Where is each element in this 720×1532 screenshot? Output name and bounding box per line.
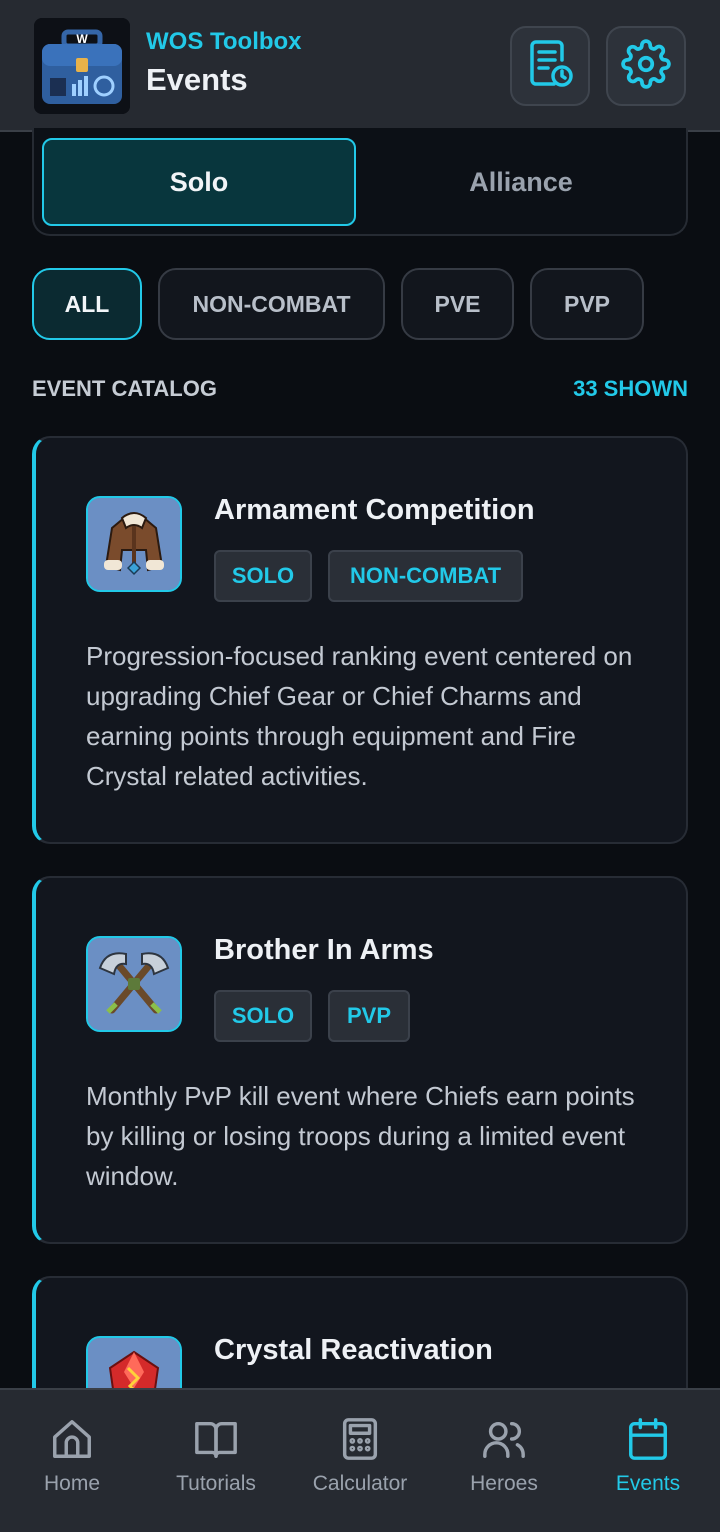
event-description: Progression-focused ranking event center… bbox=[86, 641, 633, 791]
tag-solo: SOLO bbox=[214, 990, 312, 1042]
filter-chip-pve[interactable]: PVE bbox=[401, 268, 514, 340]
catalog-count: 33 SHOWN bbox=[573, 376, 688, 401]
nav-label: Home bbox=[43, 1472, 101, 1495]
tag-pvp: PVP bbox=[328, 990, 410, 1042]
event-title: Armament Competition bbox=[214, 494, 535, 526]
fur-coat-icon bbox=[86, 496, 182, 592]
filter-chip-all[interactable]: ALL bbox=[32, 268, 142, 340]
home-icon bbox=[53, 1420, 91, 1458]
settings-button[interactable] bbox=[606, 26, 686, 106]
calculator-icon bbox=[342, 1418, 378, 1460]
filter-chip-non-combat[interactable]: NON-COMBAT bbox=[158, 268, 385, 340]
nav-label: Events bbox=[615, 1472, 681, 1495]
users-icon bbox=[483, 1421, 525, 1458]
nav-item-calculator[interactable]: Calculator bbox=[288, 1390, 432, 1532]
toolbox-logo-icon: W bbox=[34, 18, 130, 114]
page-title: Events bbox=[146, 62, 248, 97]
nav-item-events[interactable]: Events bbox=[576, 1390, 720, 1532]
event-description: Monthly PvP kill event where Chiefs earn… bbox=[86, 1081, 635, 1191]
nav-label: Tutorials bbox=[176, 1472, 256, 1495]
event-card-brother-in-arms[interactable]: Brother In Arms SOLO PVP Monthly PvP kil… bbox=[32, 876, 688, 1244]
nav-label: Heroes bbox=[470, 1472, 538, 1495]
schedule-report-button[interactable] bbox=[510, 26, 590, 106]
event-title: Brother In Arms bbox=[214, 934, 434, 966]
segment-alliance[interactable]: Alliance bbox=[364, 138, 678, 226]
crossed-axes-icon bbox=[86, 936, 182, 1032]
app-header: W WOS Toolbox Events bbox=[0, 0, 720, 132]
gear-icon bbox=[621, 38, 671, 94]
nav-item-heroes[interactable]: Heroes bbox=[432, 1390, 576, 1532]
nav-item-tutorials[interactable]: Tutorials bbox=[144, 1390, 288, 1532]
book-icon bbox=[195, 1421, 237, 1458]
svg-text:W: W bbox=[76, 32, 88, 46]
event-card-armament-competition[interactable]: Armament Competition SOLO NON-COMBAT Pro… bbox=[32, 436, 688, 844]
app-name: WOS Toolbox bbox=[146, 28, 302, 55]
nav-label: Calculator bbox=[312, 1472, 408, 1495]
bottom-nav: Home Tutorials Calculator Heroes Events bbox=[0, 1388, 720, 1532]
catalog-label: EVENT CATALOG bbox=[32, 376, 217, 401]
schedule-report-icon bbox=[524, 38, 576, 95]
tag-non-combat: NON-COMBAT bbox=[328, 550, 523, 602]
tag-solo: SOLO bbox=[214, 550, 312, 602]
type-segment: Solo Alliance bbox=[32, 128, 688, 236]
calendar-icon bbox=[629, 1418, 667, 1460]
nav-item-home[interactable]: Home bbox=[0, 1390, 144, 1532]
event-title: Crystal Reactivation bbox=[214, 1334, 493, 1366]
filter-chip-pvp[interactable]: PVP bbox=[530, 268, 644, 340]
segment-solo[interactable]: Solo bbox=[42, 138, 356, 226]
